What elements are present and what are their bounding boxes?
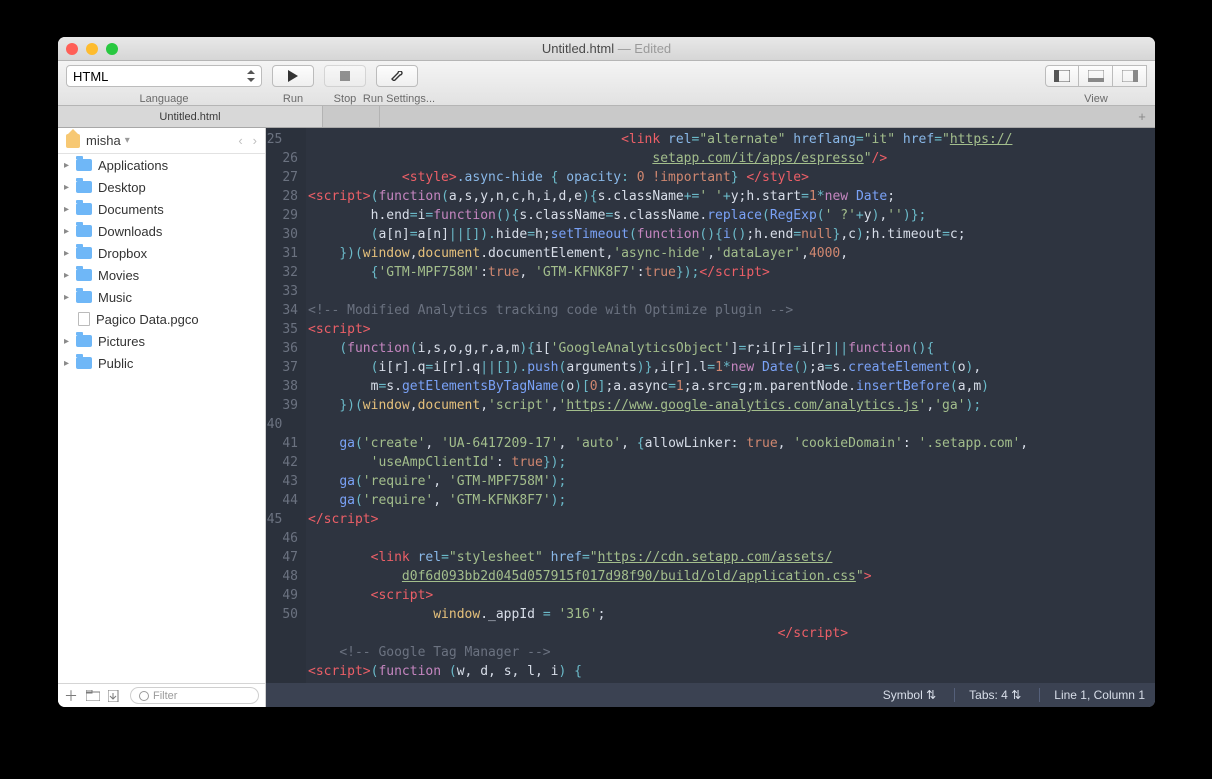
disclosure-icon: ▸	[64, 358, 74, 369]
window-title: Untitled.html — Edited	[58, 41, 1155, 56]
disclosure-icon: ▸	[64, 204, 74, 215]
file-row[interactable]: ▸ Dropbox	[58, 242, 265, 264]
folder-icon	[76, 291, 92, 303]
run-label: Run	[272, 93, 314, 105]
disclosure-icon: ▸	[64, 248, 74, 259]
stop-icon	[340, 71, 350, 81]
stop-button[interactable]	[324, 65, 366, 87]
folder-outline-icon	[86, 690, 100, 701]
line-gutter: 25 26 27 28 29 30 31 32 33 34 35 36 37 3…	[266, 128, 306, 683]
nav-back-button[interactable]: ‹	[238, 133, 242, 148]
run-settings-label: Run Settings...	[354, 93, 444, 105]
wrench-icon	[390, 71, 404, 81]
cursor-position: Line 1, Column 1	[1039, 688, 1145, 702]
file-label: Dropbox	[98, 246, 147, 261]
file-icon	[78, 312, 90, 326]
sidebar-icon	[1054, 70, 1070, 82]
toolbar: HTML Language Run Stop Run Settings...	[58, 61, 1155, 106]
disclosure-icon: ▸	[64, 226, 74, 237]
folder-icon	[76, 247, 92, 259]
code-area[interactable]: 25 26 27 28 29 30 31 32 33 34 35 36 37 3…	[266, 128, 1155, 683]
play-icon	[288, 70, 298, 82]
language-select[interactable]: HTML	[66, 65, 262, 87]
file-label: Downloads	[98, 224, 162, 239]
updown-icon: ⇅	[1011, 688, 1021, 702]
view-sidebar-button[interactable]	[1045, 65, 1079, 87]
crumb-user: misha	[86, 133, 121, 148]
chevron-down-icon: ▾	[125, 135, 130, 146]
file-row[interactable]: ▸ Downloads	[58, 220, 265, 242]
view-right-button[interactable]	[1113, 65, 1147, 87]
file-row[interactable]: ▸ Public	[58, 352, 265, 374]
folder-icon	[76, 159, 92, 171]
tabs-menu[interactable]: Tabs: 4 ⇅	[954, 688, 1021, 702]
titlebar[interactable]: Untitled.html — Edited	[58, 37, 1155, 61]
view-label: View	[1045, 93, 1147, 105]
app-window: Untitled.html — Edited HTML Language Run…	[58, 37, 1155, 707]
path-crumb[interactable]: misha ▾ ‹ ›	[58, 128, 265, 154]
language-label: Language	[66, 93, 262, 105]
disclosure-icon: ▸	[64, 270, 74, 281]
folder-icon	[76, 335, 92, 347]
disclosure-icon: ▸	[64, 182, 74, 193]
disclosure-icon: ▸	[64, 292, 74, 303]
folder-icon	[76, 357, 92, 369]
folder-icon	[76, 269, 92, 281]
file-row[interactable]: ▸ Music	[58, 286, 265, 308]
file-row[interactable]: ▸ Documents	[58, 198, 265, 220]
sidebar: misha ▾ ‹ › ▸ Applications ▸ Desktop ▸ Docume…	[58, 128, 266, 707]
nav-forward-button[interactable]: ›	[253, 133, 257, 148]
sidebar-footer: ＋ Filter	[58, 683, 265, 707]
import-icon	[108, 690, 122, 702]
filter-input[interactable]: Filter	[130, 687, 259, 704]
tab-bar: Untitled.html +	[58, 106, 1155, 128]
file-label: Music	[98, 290, 132, 305]
new-folder-button[interactable]	[86, 690, 100, 701]
folder-icon	[76, 181, 92, 193]
action-button[interactable]	[108, 690, 122, 702]
code-content[interactable]: <link rel="alternate" hreflang="it" href…	[306, 128, 1155, 683]
view-bottom-button[interactable]	[1079, 65, 1113, 87]
folder-icon	[76, 203, 92, 215]
file-row[interactable]: ▸ Applications	[58, 154, 265, 176]
tab-file[interactable]: Untitled.html	[58, 106, 323, 127]
file-label: Documents	[98, 202, 164, 217]
new-tab-button[interactable]: +	[1129, 106, 1155, 127]
view-group: View	[1045, 65, 1147, 87]
file-row[interactable]: ▸ Pictures	[58, 330, 265, 352]
file-label: Pagico Data.pgco	[96, 312, 199, 327]
status-bar: Symbol ⇅ Tabs: 4 ⇅ Line 1, Column 1	[266, 683, 1155, 707]
symbol-menu[interactable]: Symbol ⇅	[883, 688, 936, 702]
disclosure-icon: ▸	[64, 160, 74, 171]
file-label: Desktop	[98, 180, 146, 195]
home-icon	[66, 134, 80, 148]
file-row[interactable]: ▸ Desktop	[58, 176, 265, 198]
bottom-panel-icon	[1088, 70, 1104, 82]
file-label: Public	[98, 356, 133, 371]
editor: 25 26 27 28 29 30 31 32 33 34 35 36 37 3…	[266, 128, 1155, 707]
file-row[interactable]: ▸ Movies	[58, 264, 265, 286]
disclosure-icon: ▸	[64, 336, 74, 347]
run-button[interactable]	[272, 65, 314, 87]
file-row[interactable]: Pagico Data.pgco	[58, 308, 265, 330]
tab-gutter	[379, 106, 1129, 127]
updown-icon: ⇅	[926, 688, 936, 702]
folder-icon	[76, 225, 92, 237]
file-label: Applications	[98, 158, 168, 173]
run-settings-button[interactable]	[376, 65, 418, 87]
right-panel-icon	[1122, 70, 1138, 82]
new-file-button[interactable]: ＋	[64, 686, 78, 706]
file-label: Movies	[98, 268, 139, 283]
file-label: Pictures	[98, 334, 145, 349]
file-list[interactable]: ▸ Applications ▸ Desktop ▸ Documents ▸ Download…	[58, 154, 265, 683]
